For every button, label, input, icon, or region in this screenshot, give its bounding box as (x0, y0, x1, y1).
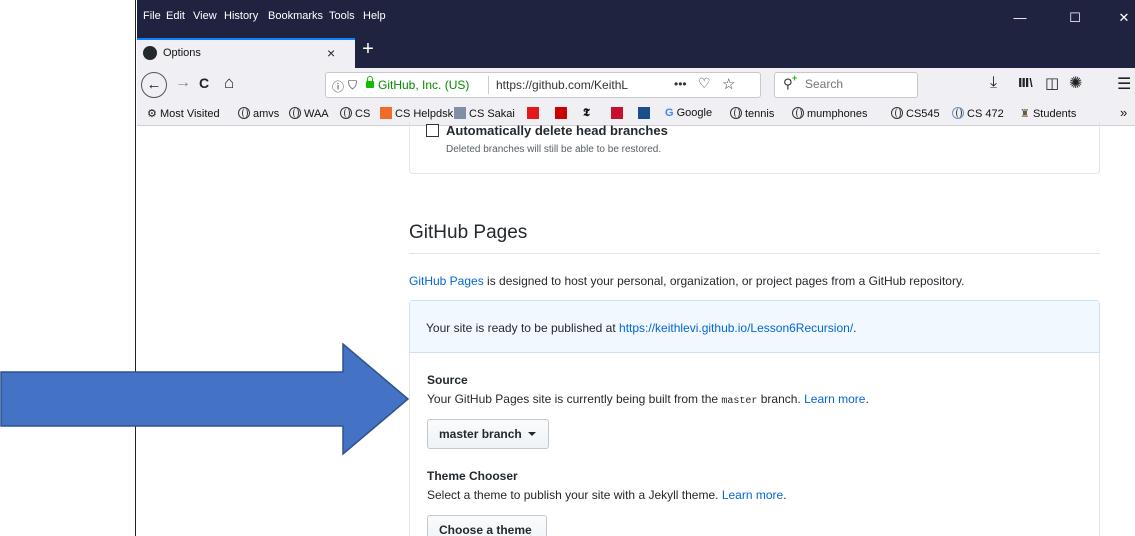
bookmark-news-icon[interactable] (638, 107, 650, 119)
back-button[interactable]: ← (141, 72, 167, 98)
auto-delete-note: Deleted branches will still be able to b… (446, 144, 662, 155)
info-icon[interactable]: ⓘ (332, 78, 344, 95)
google-g-icon: G (665, 107, 674, 119)
url-text[interactable]: https://github.com/KeithL (496, 78, 664, 92)
globe-icon (289, 107, 301, 119)
bookmark-nyt-icon[interactable]: 𝕿 (583, 107, 590, 120)
arrow-shape (0, 343, 410, 455)
site-url-link[interactable]: https://keithlevi.github.io/Lesson6Recur… (619, 321, 853, 335)
globe-icon (792, 107, 804, 119)
hamburger-menu-icon[interactable]: ☰ (1117, 74, 1131, 94)
menu-file[interactable]: File (143, 10, 161, 22)
search-plus-icon: + (792, 73, 798, 83)
github-favicon-icon (143, 46, 157, 60)
library-icon[interactable]: Ⅲ\ (1018, 76, 1033, 90)
bookmark-cs472[interactable]: CS 472 (952, 107, 1004, 120)
pages-description: GitHub Pages is designed to host your pe… (409, 274, 965, 288)
new-tab-button[interactable]: + (358, 38, 378, 61)
site-ready-banner: Your site is ready to be published at ht… (410, 301, 1099, 353)
branch-code: master (721, 396, 758, 407)
bookmark-cs[interactable]: CS (340, 107, 370, 120)
source-description: Your GitHub Pages site is currently bein… (427, 392, 869, 407)
students-icon: ♜ (1020, 108, 1030, 120)
pointer-arrow-icon (0, 343, 410, 455)
globe-icon (340, 107, 352, 119)
tracking-shield-icon[interactable]: ⛉ (348, 78, 357, 93)
auto-delete-label: Automatically delete head branches (446, 123, 668, 138)
bookmark-cs-sakai[interactable]: CS Sakai (454, 107, 515, 120)
sidebar-icon[interactable]: ◫ (1045, 74, 1059, 92)
tab-close-icon[interactable]: × (327, 45, 335, 61)
menu-history[interactable]: History (224, 10, 258, 22)
merge-options-box: Automatically delete head branches Delet… (409, 122, 1100, 174)
globe-icon (238, 107, 250, 119)
bookmark-amvs[interactable]: amvs (238, 107, 279, 120)
search-bar[interactable]: ⚲ + (774, 72, 918, 98)
browser-window: File Edit View History Bookmarks Tools H… (137, 0, 1135, 536)
maximize-button[interactable]: ☐ (1065, 10, 1085, 26)
tab-options[interactable]: Options × (137, 38, 355, 68)
source-learn-more-link[interactable]: Learn more (804, 392, 865, 406)
minimize-button[interactable]: — (1010, 10, 1030, 25)
bookmarks-overflow-button[interactable]: » (1120, 105, 1127, 120)
bookmark-red-icon[interactable] (527, 107, 539, 119)
url-separator (488, 76, 489, 94)
menu-edit[interactable]: Edit (166, 10, 185, 22)
seal-icon (952, 107, 964, 119)
download-icon[interactable]: ⤓ (990, 74, 997, 92)
branch-select-button[interactable]: master branch (427, 419, 549, 449)
reload-button[interactable]: C (199, 75, 209, 91)
bookmark-google[interactable]: G Google (665, 107, 712, 119)
sakai-icon (454, 107, 466, 119)
page-actions-button[interactable]: ••• (674, 77, 687, 91)
page-title: GitHub Pages (409, 222, 528, 243)
bookmark-tennis[interactable]: tennis (730, 107, 774, 120)
forward-button[interactable]: → (175, 74, 191, 92)
menu-view[interactable]: View (193, 10, 217, 22)
theme-chooser-title: Theme Chooser (427, 469, 518, 483)
menu-bookmarks[interactable]: Bookmarks (268, 10, 323, 22)
site-ready-text: Your site is ready to be published at ht… (426, 321, 857, 335)
url-bar[interactable]: ⓘ ⛉ GitHub, Inc. (US) https://github.com… (325, 72, 761, 98)
tab-strip: Options × (137, 34, 1135, 68)
left-margin (0, 0, 136, 536)
github-pages-link[interactable]: GitHub Pages (409, 274, 484, 288)
auto-delete-checkbox[interactable] (426, 124, 439, 137)
github-pages-box: Your site is ready to be published at ht… (409, 300, 1100, 536)
page-content: Automatically delete head branches Delet… (137, 122, 1135, 536)
theme-learn-more-link[interactable]: Learn more (722, 488, 783, 502)
menu-help[interactable]: Help (363, 10, 386, 22)
menu-bar: File Edit View History Bookmarks Tools H… (137, 0, 1135, 34)
choose-theme-button[interactable]: Choose a theme (427, 515, 547, 536)
bookmark-cs545[interactable]: CS545 (891, 107, 940, 120)
source-section: Source Your GitHub Pages site is current… (409, 353, 1100, 536)
helpdesk-icon (380, 107, 392, 119)
caret-down-icon (527, 432, 536, 436)
menu-tools[interactable]: Tools (329, 10, 355, 22)
pocket-icon[interactable]: ♡ (698, 75, 711, 92)
bookmark-mumphones[interactable]: mumphones (792, 107, 868, 120)
heading-divider (409, 253, 1100, 254)
bookmark-waa[interactable]: WAA (289, 107, 329, 120)
source-title: Source (427, 373, 468, 387)
gear-icon: ⚙ (147, 108, 157, 120)
bookmark-students[interactable]: ♜ Students (1020, 107, 1076, 120)
close-window-button[interactable]: ✕ (1114, 10, 1134, 26)
site-identity[interactable]: GitHub, Inc. (US) (378, 78, 469, 92)
globe-icon (730, 107, 742, 119)
bookmark-most-visited[interactable]: ⚙ Most Visited (147, 107, 220, 120)
theme-description: Select a theme to publish your site with… (427, 488, 787, 502)
addon-icon[interactable]: ✺ (1069, 73, 1082, 93)
tab-title: Options (163, 47, 201, 59)
bookmark-tv-icon[interactable] (611, 107, 623, 119)
lock-icon (366, 76, 374, 88)
navigation-toolbar: ← → C ⌂ ⓘ ⛉ GitHub, Inc. (US) https://gi… (137, 68, 1135, 102)
search-input[interactable] (805, 77, 913, 91)
bookmark-cs-helpdsk[interactable]: CS Helpdsk (380, 107, 453, 120)
globe-icon (891, 107, 903, 119)
bookmark-cnn-icon[interactable] (555, 107, 567, 119)
bookmark-star-icon[interactable]: ☆ (722, 75, 735, 93)
home-button[interactable]: ⌂ (224, 73, 234, 93)
